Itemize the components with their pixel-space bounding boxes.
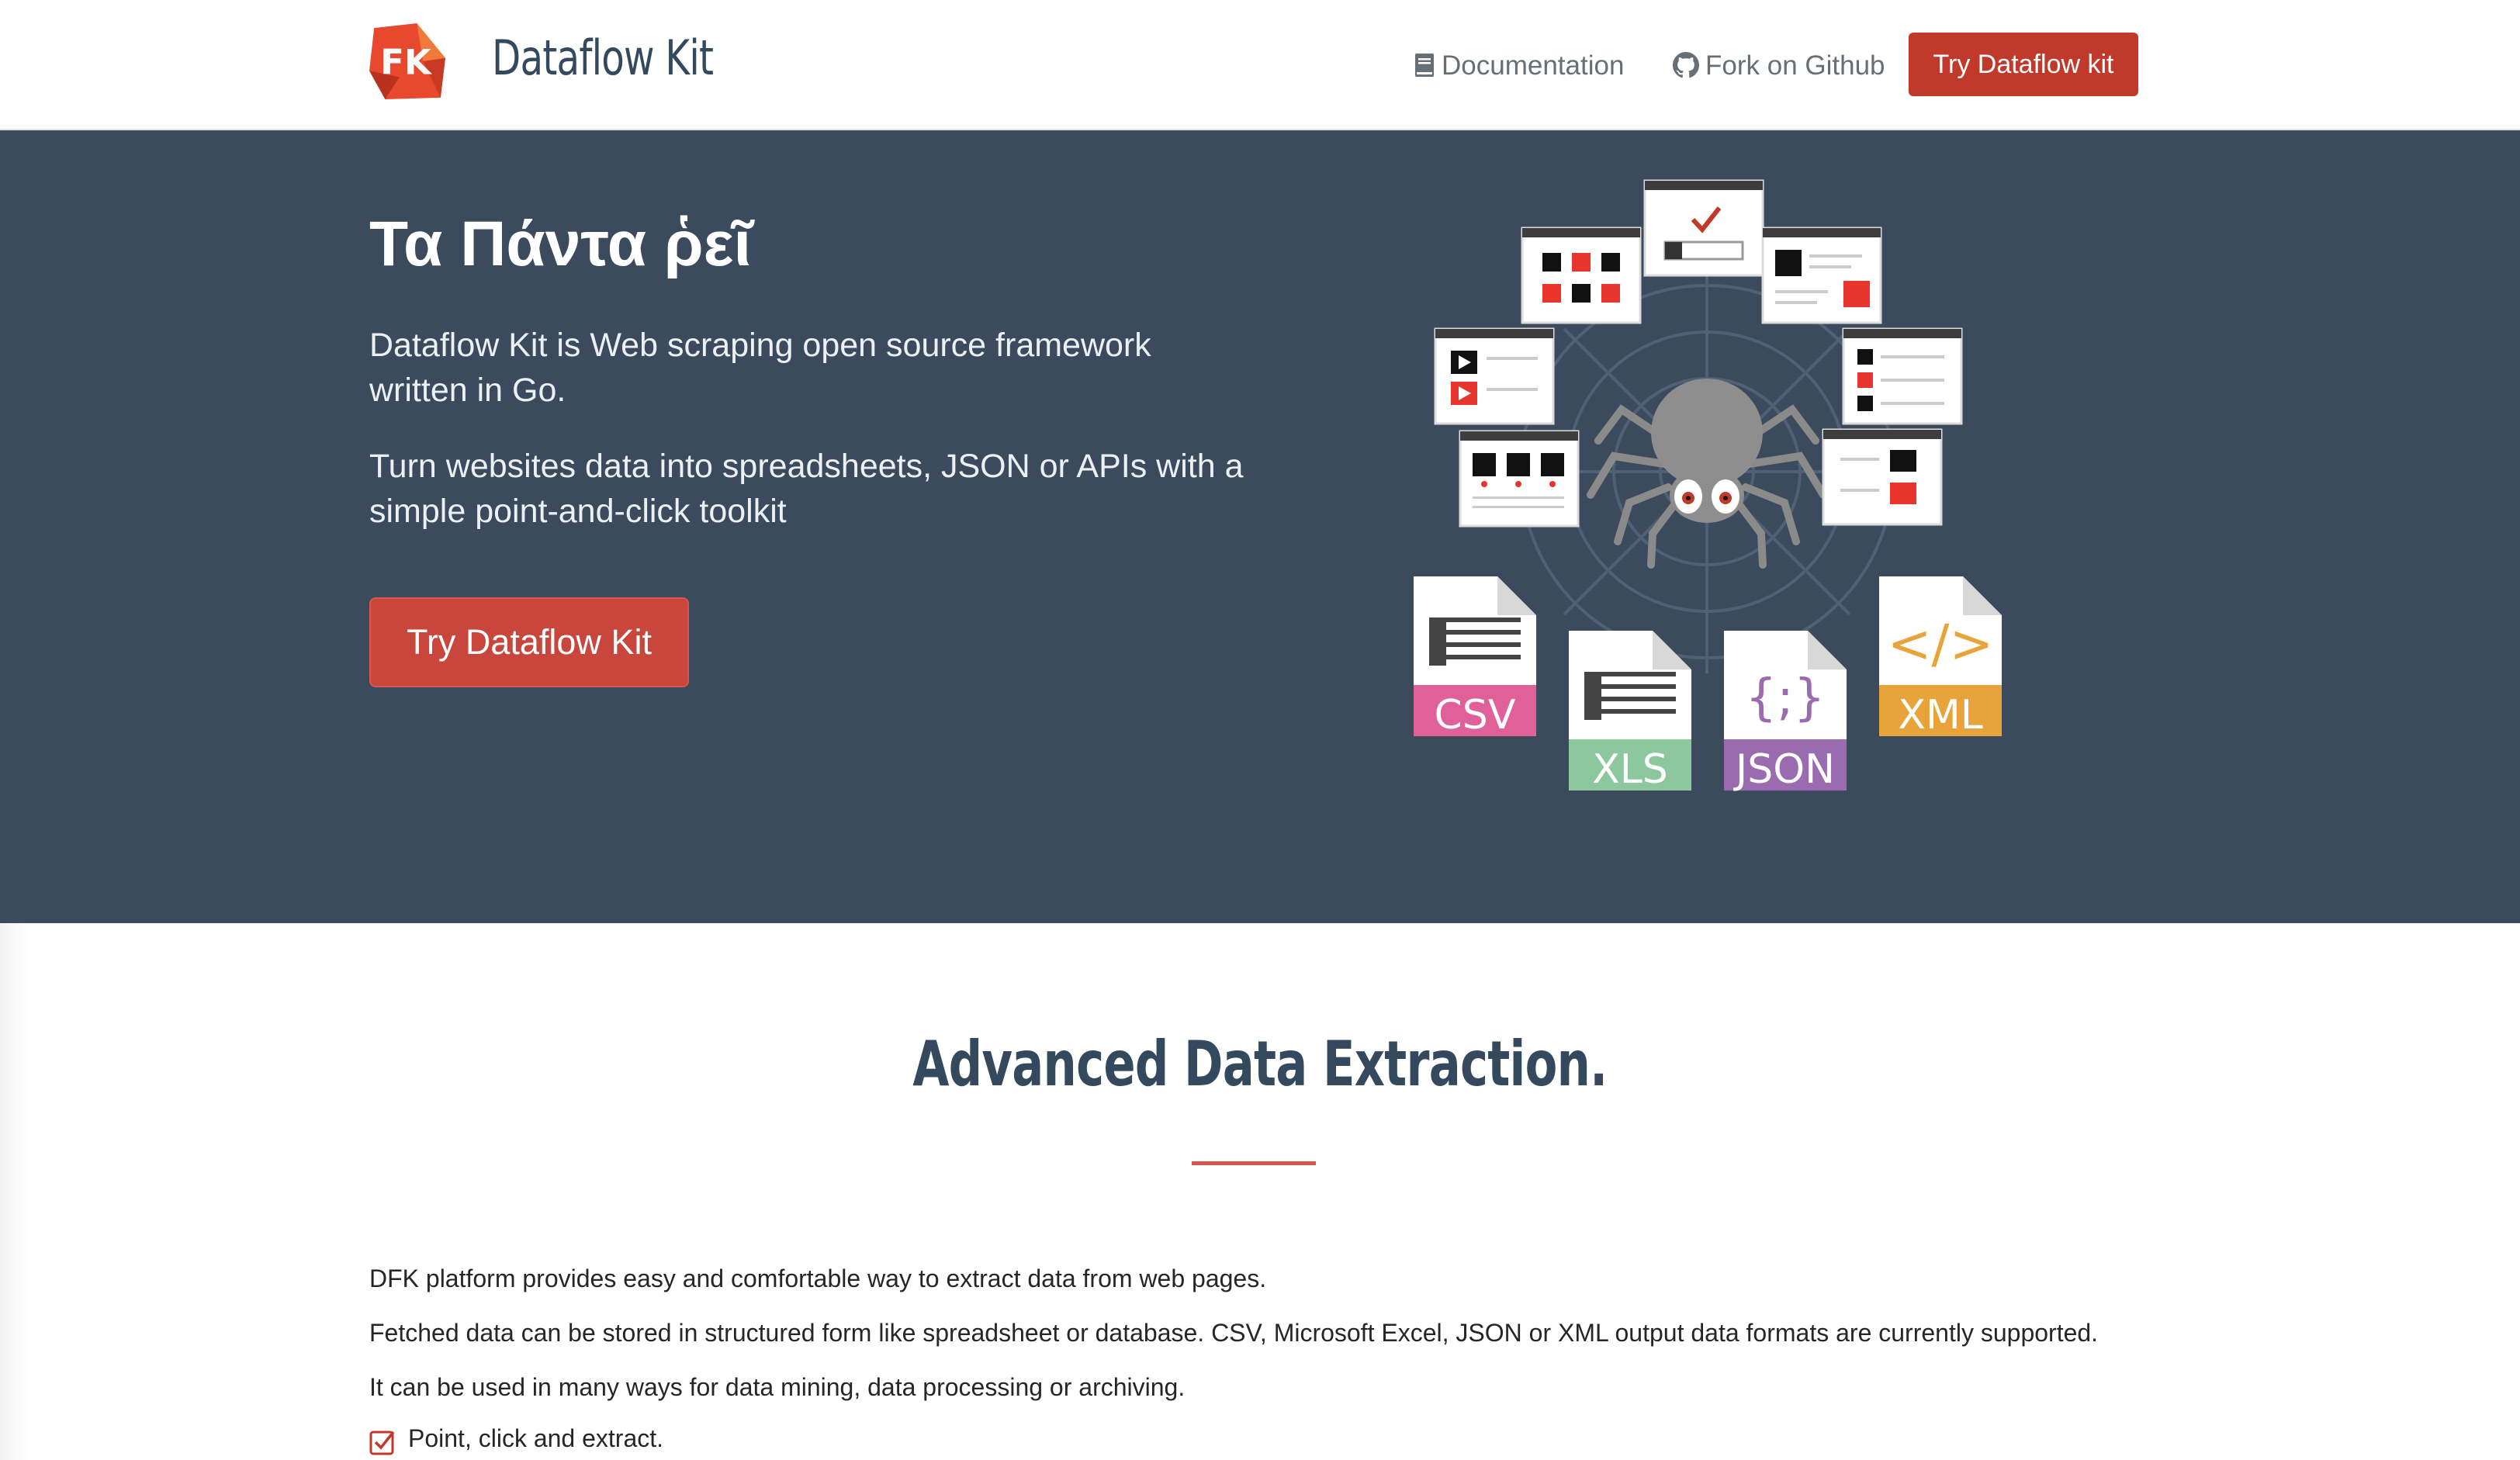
- hero-title: Τα Πάντα ῥεῖ: [369, 209, 752, 279]
- svg-text:JSON: JSON: [1733, 746, 1835, 793]
- browser-window-articles: [1822, 428, 1943, 526]
- dataflow-kit-logo[interactable]: FK: [368, 22, 447, 101]
- hero-description: Dataflow Kit is Web scraping open source…: [369, 327, 1151, 409]
- svg-text:{;}: {;}: [1746, 669, 1826, 727]
- checkbox-checked-icon: [369, 1431, 395, 1455]
- svg-text:</>: </>: [1888, 614, 1994, 675]
- svg-text:XML: XML: [1898, 692, 1982, 739]
- feature-list-item: Point, click and extract.: [369, 1424, 663, 1460]
- feature-label: Point, click and extract.: [408, 1424, 664, 1452]
- try-dataflow-kit-nav-button[interactable]: Try Dataflow kit: [1909, 33, 2138, 96]
- hero-section: Τα Πάντα ῥεῖ Dataflow Kit is Web scrapin…: [0, 130, 2520, 923]
- svg-text:XLS: XLS: [1592, 746, 1668, 793]
- csv-file-icon: CSV: [1414, 576, 1536, 739]
- brand-name[interactable]: Dataflow Kit: [492, 23, 714, 93]
- nav-documentation-link[interactable]: Documentation: [1414, 39, 1624, 93]
- book-icon: [1415, 53, 1434, 77]
- svg-text:FK: FK: [380, 41, 433, 82]
- browser-window-grid: [1521, 227, 1642, 324]
- nav-github-label: Fork on Github: [1705, 50, 1885, 81]
- section-title: Advanced Data Extraction.: [912, 1028, 1608, 1100]
- xls-file-icon: XLS: [1569, 631, 1691, 793]
- browser-window-products: [1459, 430, 1580, 528]
- xml-file-icon: </> XML: [1879, 576, 2002, 739]
- top-navbar: FK Dataflow Kit Documentation Fork on Gi…: [0, 0, 2520, 130]
- svg-text:CSV: CSV: [1435, 692, 1516, 739]
- try-dataflow-kit-hero-button[interactable]: Try Dataflow Kit: [369, 597, 689, 687]
- json-file-icon: {;} JSON: [1724, 631, 1847, 793]
- browser-window-list: [1842, 327, 1963, 425]
- nav-documentation-label: Documentation: [1442, 50, 1625, 81]
- github-icon: [1673, 51, 1699, 78]
- nav-github-link[interactable]: Fork on Github: [1673, 39, 1885, 93]
- hero-tagline: Turn websites data into spreadsheets, JS…: [369, 448, 1244, 530]
- browser-window-profiles: [1761, 227, 1882, 324]
- spider-web-illustration: CSV XLS {;} JSON </> XML: [1414, 179, 2002, 793]
- page-edge-shadow: [0, 923, 31, 1460]
- browser-window-checkmark: [1643, 179, 1764, 277]
- browser-window-video: [1434, 327, 1555, 425]
- section-paragraph: It can be used in many ways for data min…: [369, 1373, 1186, 1401]
- section-title-divider: [1192, 1161, 1316, 1165]
- section-paragraph: Fetched data can be stored in structured…: [369, 1319, 2099, 1347]
- section-paragraph: DFK platform provides easy and comfortab…: [369, 1265, 1267, 1292]
